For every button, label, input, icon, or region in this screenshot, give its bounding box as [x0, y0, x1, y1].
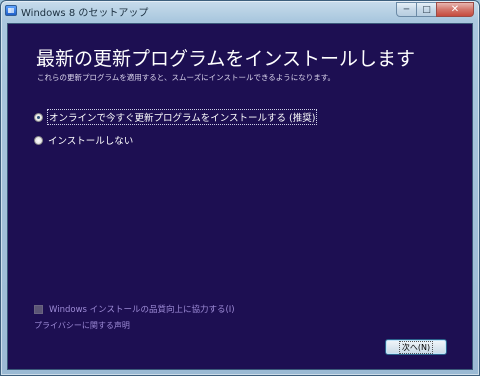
minimize-button[interactable]: ─: [396, 2, 417, 17]
radio-install-updates[interactable]: [34, 112, 43, 122]
option-no-install-label[interactable]: インストールしない: [48, 133, 133, 147]
privacy-statement-link[interactable]: プライバシーに関する声明: [34, 320, 130, 331]
close-button[interactable]: ✕: [436, 2, 474, 17]
quality-improvement-option[interactable]: Windows インストールの品質向上に協力する(I): [34, 303, 235, 315]
next-button[interactable]: 次へ(N): [385, 339, 447, 355]
option-no-install[interactable]: インストールしない: [34, 133, 133, 147]
option-install-updates[interactable]: オンラインで今すぐ更新プログラムをインストールする (推奨): [34, 109, 318, 125]
setup-window: Windows 8 のセットアップ ─ □ ✕ 最新の更新プログラムをインストー…: [0, 0, 480, 376]
windows-setup-icon: [5, 5, 17, 16]
maximize-button[interactable]: □: [416, 2, 437, 17]
radio-no-install[interactable]: [34, 135, 43, 145]
quality-improvement-checkbox[interactable]: [34, 304, 43, 314]
title-bar[interactable]: Windows 8 のセットアップ ─ □ ✕: [1, 1, 479, 21]
page-description: これらの更新プログラムを適用すると、スムーズにインストールできるようになります。: [37, 73, 336, 82]
option-install-updates-label[interactable]: オンラインで今すぐ更新プログラムをインストールする (推奨): [46, 109, 318, 125]
window-title: Windows 8 のセットアップ: [21, 8, 149, 19]
close-icon: ✕: [450, 4, 460, 15]
page-title: 最新の更新プログラムをインストールします: [36, 48, 416, 70]
maximize-icon: □: [422, 4, 431, 15]
caption-buttons: ─ □ ✕: [396, 2, 474, 17]
quality-improvement-label[interactable]: Windows インストールの品質向上に協力する(I): [49, 303, 235, 315]
setup-content-panel: 最新の更新プログラムをインストールします これらの更新プログラムを適用すると、ス…: [7, 23, 473, 370]
minimize-icon: ─: [403, 4, 410, 15]
next-button-label: 次へ(N): [398, 340, 434, 354]
